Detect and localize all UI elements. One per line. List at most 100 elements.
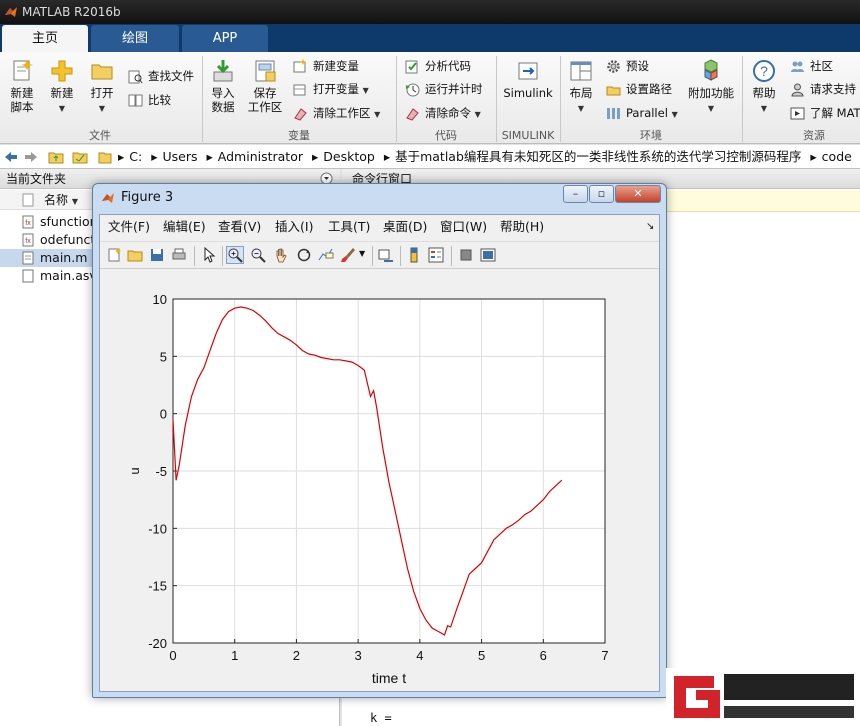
legend-icon[interactable] <box>428 247 444 263</box>
toolbar-separator <box>451 246 452 266</box>
back-arrow-icon[interactable] <box>4 151 18 163</box>
tab-home[interactable]: 主页 <box>2 25 88 52</box>
link-plot-icon[interactable] <box>378 247 394 263</box>
up-folder-icon[interactable] <box>48 150 64 164</box>
plot-canvas[interactable]: 0 1 2 3 4 5 6 7 10 5 0 -5 -10 -15 -20 time t u <box>100 271 659 691</box>
new-script-button[interactable]: 新建 脚本 <box>6 58 38 114</box>
breadcrumb-item[interactable]: 基于matlab编程具有未知死区的一类非线性系统的迭代学习控制源码程序 <box>395 149 801 164</box>
svg-text:?: ? <box>760 63 768 79</box>
breadcrumb-item[interactable]: Administrator <box>218 149 303 164</box>
command-output[interactable]: k = <box>370 711 392 725</box>
simulink-button[interactable]: Simulink <box>502 58 554 100</box>
plus-icon <box>51 60 73 82</box>
run-and-time-button[interactable]: 运行并计时 <box>405 79 483 99</box>
group-environment-label: 环境 <box>640 129 662 142</box>
print-icon[interactable] <box>171 247 187 263</box>
x-tick-label: 2 <box>293 648 300 663</box>
analyze-code-button[interactable]: 分析代码 <box>405 56 471 76</box>
menubar-dock-icon[interactable]: ↘ <box>646 215 654 239</box>
chevron-down-icon: ▼ <box>707 104 715 113</box>
name-column-label: 名称 <box>44 193 69 207</box>
save-workspace-button[interactable]: 保存 工作区 <box>246 58 284 114</box>
zoom-out-icon[interactable] <box>250 247 266 263</box>
watermark-logo <box>666 668 860 726</box>
group-divider <box>742 56 743 142</box>
menu-tools[interactable]: 工具(T) <box>328 215 370 239</box>
mex-file-icon: fx <box>22 233 34 247</box>
save-icon[interactable] <box>149 247 165 263</box>
hide-plot-tools-icon[interactable] <box>458 247 474 263</box>
data-cursor-icon[interactable] <box>318 247 334 263</box>
breadcrumb-item[interactable]: Desktop <box>323 149 375 164</box>
menu-desktop[interactable]: 桌面(D) <box>383 215 427 239</box>
clear-workspace-button[interactable]: 清除工作区 ▼ <box>293 103 380 123</box>
menu-file[interactable]: 文件(F) <box>108 215 150 239</box>
open-variable-label: 打开变量 <box>313 82 359 96</box>
breadcrumb-item[interactable]: C: <box>129 149 142 164</box>
preferences-button[interactable]: 预设 <box>606 56 649 76</box>
help-button[interactable]: ? 帮助 ▼ <box>748 58 780 116</box>
new-variable-label: 新建变量 <box>313 59 359 73</box>
colorbar-icon[interactable] <box>406 247 422 263</box>
figure-toolbar: ▼ <box>100 241 659 269</box>
show-plot-tools-icon[interactable] <box>480 247 496 263</box>
minimize-button[interactable]: – <box>563 185 588 203</box>
browse-folder-icon[interactable] <box>72 150 88 164</box>
layout-button[interactable]: 布局 ▼ <box>566 58 596 116</box>
menu-window[interactable]: 窗口(W) <box>440 215 487 239</box>
window-titlebar: MATLAB R2016b <box>0 0 860 24</box>
toolbar-separator <box>372 246 373 266</box>
open-variable-button[interactable]: 打开变量 ▼ <box>293 79 369 99</box>
toolbar-separator <box>400 246 401 266</box>
x-axis-label: time t <box>372 670 406 686</box>
forward-arrow-icon[interactable] <box>24 151 38 163</box>
menu-insert[interactable]: 插入(I) <box>275 215 313 239</box>
open-button[interactable]: 打开 ▼ <box>86 58 118 116</box>
group-divider <box>560 56 561 142</box>
set-path-button[interactable]: 设置路径 <box>606 79 672 99</box>
parallel-icon <box>607 108 620 119</box>
open-file-icon[interactable] <box>127 247 143 263</box>
compare-button[interactable]: 比较 <box>128 90 171 110</box>
compare-label: 比较 <box>148 93 171 107</box>
breadcrumb-item[interactable]: code <box>822 149 852 164</box>
new-figure-icon[interactable] <box>106 247 122 263</box>
group-divider <box>202 56 203 142</box>
import-data-button[interactable]: 导入 数据 <box>206 58 240 114</box>
menu-edit[interactable]: 编辑(E) <box>163 215 206 239</box>
chevron-down-icon: ▼ <box>374 110 381 119</box>
layout-label: 布局 <box>569 86 593 100</box>
compare-icon <box>128 94 143 107</box>
new-variable-button[interactable]: 新建变量 <box>293 56 359 76</box>
new-button[interactable]: 新建 ▼ <box>46 58 78 116</box>
learn-matlab-label: 了解 MAT <box>810 106 860 120</box>
chevron-down-icon: ▼ <box>474 110 481 119</box>
maximize-button[interactable]: ▫ <box>589 185 614 203</box>
find-files-button[interactable]: 查找文件 <box>128 66 194 86</box>
rotate-3d-icon[interactable] <box>296 247 312 263</box>
parallel-button[interactable]: Parallel ▼ <box>606 103 678 123</box>
menu-view[interactable]: 查看(V) <box>218 215 261 239</box>
figure-client-area: 文件(F) 编辑(E) 查看(V) 插入(I) 工具(T) 桌面(D) 窗口(W… <box>99 214 660 692</box>
matlab-logo-icon <box>102 193 114 203</box>
breadcrumb-item[interactable]: Users <box>163 149 198 164</box>
tab-plots[interactable]: 绘图 <box>91 25 179 52</box>
close-button[interactable]: ✕ <box>615 185 661 203</box>
brush-icon[interactable] <box>340 247 356 263</box>
run-and-time-label: 运行并计时 <box>425 82 483 96</box>
pan-hand-icon[interactable] <box>273 247 289 263</box>
tab-apps[interactable]: APP <box>182 25 268 52</box>
learn-matlab-button[interactable]: 了解 MAT <box>790 103 860 123</box>
request-support-button[interactable]: 请求支持 <box>790 79 856 99</box>
new-script-icon <box>13 60 33 81</box>
group-variable-label: 变量 <box>288 129 310 142</box>
community-button[interactable]: 社区 <box>790 56 833 76</box>
group-resources-label: 资源 <box>803 129 825 142</box>
menu-help[interactable]: 帮助(H) <box>500 215 544 239</box>
chevron-down-icon[interactable]: ▼ <box>359 249 365 258</box>
figure-titlebar[interactable]: Figure 3 – ▫ ✕ <box>93 184 666 214</box>
zoom-in-icon[interactable] <box>226 246 244 264</box>
add-ons-button[interactable]: 附加功能 ▼ <box>686 58 736 116</box>
clear-commands-button[interactable]: 清除命令 ▼ <box>405 103 481 123</box>
pointer-icon[interactable] <box>201 247 217 263</box>
